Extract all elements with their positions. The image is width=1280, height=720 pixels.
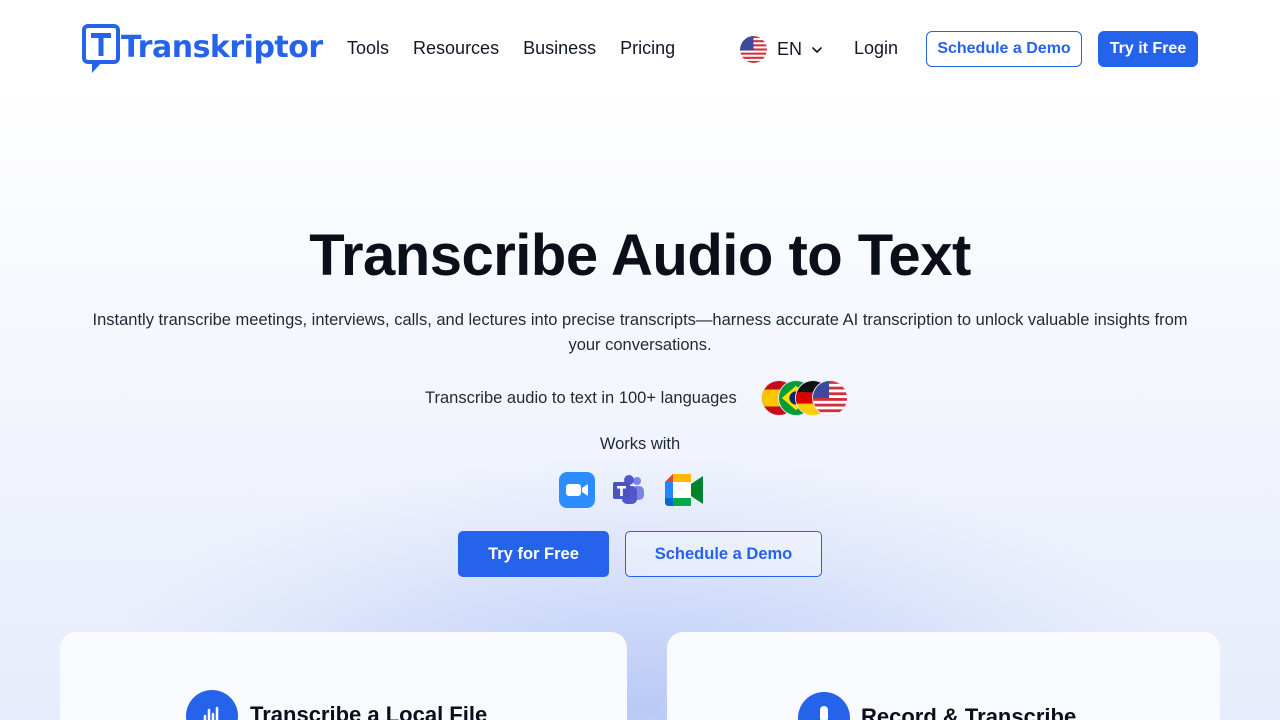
card-title: Transcribe a Local File bbox=[250, 702, 488, 720]
language-selector[interactable]: EN bbox=[740, 36, 822, 63]
google-meet-icon bbox=[665, 474, 703, 506]
site-header: Transkriptor Tools Resources Business Pr… bbox=[0, 0, 1280, 96]
page-title: Transcribe Audio to Text bbox=[309, 223, 971, 288]
transkriptor-logo[interactable]: Transkriptor bbox=[82, 24, 323, 74]
hero-subtitle: Instantly transcribe meetings, interview… bbox=[92, 311, 1188, 354]
languages-text: Transcribe audio to text in 100+ languag… bbox=[425, 388, 737, 407]
hero-schedule-demo-button[interactable]: Schedule a Demo bbox=[625, 531, 822, 577]
nav-item-pricing[interactable]: Pricing bbox=[620, 38, 675, 59]
schedule-demo-button[interactable]: Schedule a Demo bbox=[926, 31, 1082, 67]
nav-item-business[interactable]: Business bbox=[523, 38, 596, 59]
main-nav: Tools Resources Business Pricing bbox=[347, 38, 699, 59]
us-flag-icon bbox=[740, 36, 767, 63]
record-transcribe-card[interactable]: Record & Transcribe bbox=[667, 632, 1220, 720]
language-flags bbox=[760, 380, 851, 416]
try-for-free-button[interactable]: Try for Free bbox=[458, 531, 609, 577]
login-link[interactable]: Login bbox=[854, 38, 898, 59]
card-title: Record & Transcribe bbox=[861, 704, 1077, 720]
chevron-down-icon bbox=[812, 46, 822, 53]
logo-text: Transkriptor bbox=[121, 29, 323, 65]
microsoft-teams-icon bbox=[613, 475, 644, 504]
us-flag-icon bbox=[811, 380, 848, 416]
zoom-icon bbox=[559, 472, 595, 508]
integrations-row bbox=[559, 472, 721, 508]
transcribe-file-card[interactable]: Transcribe a Local File bbox=[60, 632, 627, 720]
try-it-free-button[interactable]: Try it Free bbox=[1098, 31, 1198, 67]
nav-item-resources[interactable]: Resources bbox=[413, 38, 499, 59]
logo-icon bbox=[82, 24, 120, 73]
language-label: EN bbox=[777, 39, 803, 59]
waveform-icon bbox=[186, 690, 238, 720]
nav-item-tools[interactable]: Tools bbox=[347, 38, 389, 59]
works-with-label: Works with bbox=[599, 435, 681, 453]
languages-row: Transcribe audio to text in 100+ languag… bbox=[425, 380, 851, 416]
microphone-icon bbox=[798, 692, 850, 720]
